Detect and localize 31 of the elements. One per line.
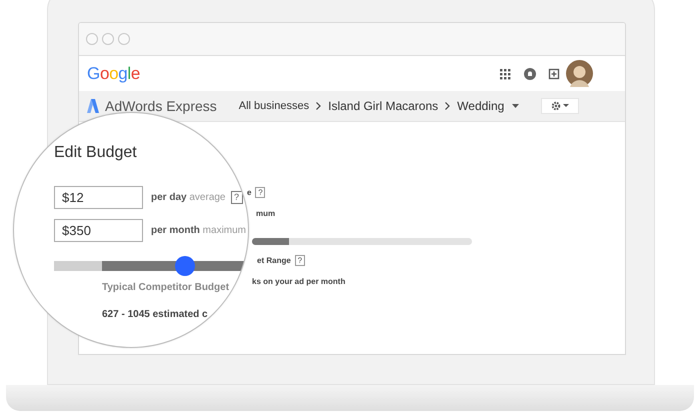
form-text: et Range: [257, 256, 291, 264]
breadcrumb-link[interactable]: Wedding: [457, 99, 504, 113]
caret-icon: [563, 104, 569, 108]
settings-button[interactable]: [541, 98, 579, 114]
estimate-text: 627 - 1045 estimated c: [102, 309, 209, 320]
product-name: AdWords Express: [105, 98, 217, 114]
adwords-logo-icon: [87, 99, 99, 113]
edit-budget-title: Edit Budget: [54, 144, 138, 162]
form-text: ks on your ad per month: [252, 276, 346, 286]
gear-icon: [551, 101, 561, 111]
breadcrumb-link[interactable]: All businesses: [238, 100, 310, 112]
help-icon[interactable]: ?: [230, 191, 242, 204]
field-label: per month maximum: [151, 225, 246, 236]
field-label: per day average: [151, 192, 226, 203]
notification-icon[interactable]: [524, 68, 536, 80]
google-logo[interactable]: Google: [87, 64, 140, 84]
budget-input-field[interactable]: $350: [54, 219, 143, 242]
breadcrumb-link[interactable]: Island Girl Macarons: [328, 99, 438, 113]
apps-grid-icon[interactable]: [499, 68, 511, 80]
dropdown-caret-icon[interactable]: [512, 104, 520, 108]
add-box-icon[interactable]: [548, 68, 560, 80]
form-text: e: [247, 188, 252, 196]
help-icon[interactable]: ?: [294, 254, 305, 266]
form-text: mum: [256, 208, 276, 218]
range-label: Typical Competitor Budget: [102, 282, 230, 293]
budget-input-field[interactable]: $12: [54, 186, 143, 209]
chevron-right-icon: [316, 102, 322, 110]
slider-thumb[interactable]: [175, 256, 196, 276]
chevron-right-icon: [445, 102, 450, 110]
help-icon[interactable]: ?: [255, 186, 266, 198]
avatar[interactable]: [566, 60, 593, 87]
